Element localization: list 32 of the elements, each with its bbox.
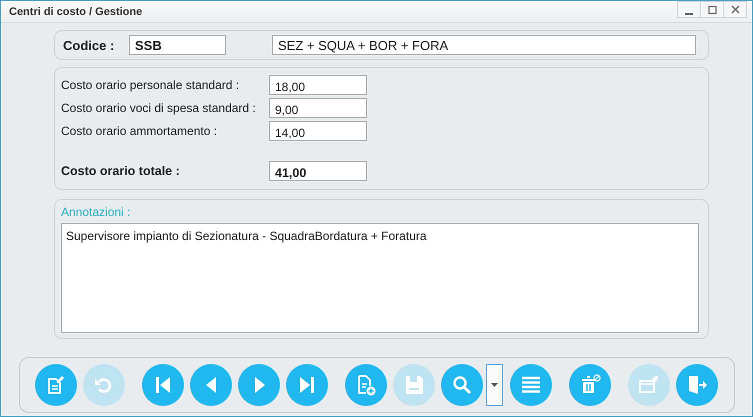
field-label: Costo orario personale standard : xyxy=(61,78,240,92)
trash-button[interactable] xyxy=(569,364,611,406)
total-field[interactable]: 41,00 xyxy=(269,160,367,180)
minimize-button[interactable] xyxy=(677,1,701,18)
list-button[interactable] xyxy=(510,364,552,406)
total-label: Costo orario totale : xyxy=(61,164,181,178)
field-label: Codice : xyxy=(63,38,116,52)
close-icon xyxy=(730,4,740,14)
code-field[interactable]: SSB xyxy=(129,35,226,55)
close-button[interactable] xyxy=(723,1,747,18)
cost-field[interactable]: 9,00 xyxy=(269,98,367,118)
cost-field[interactable]: 18,00 xyxy=(269,74,367,94)
cost-field[interactable]: 14,00 xyxy=(269,120,367,140)
maximize-button[interactable] xyxy=(700,1,724,18)
next-button[interactable] xyxy=(238,364,280,406)
skip-back-button[interactable] xyxy=(142,364,184,406)
field-label: Costo orario ammortamento : xyxy=(61,124,218,138)
notes-field[interactable]: Supervisore impianto di Sezionatura - SquadraBordatura + Foratura xyxy=(61,223,699,333)
new-document-button[interactable] xyxy=(345,364,387,406)
exit-door-button[interactable] xyxy=(676,364,718,406)
window-title: Centri di costo / Gestione xyxy=(8,6,142,18)
minimize-icon xyxy=(685,12,693,14)
notes-label: Annotazioni : xyxy=(61,205,132,219)
field-label: Costo orario voci di spesa standard : xyxy=(61,100,257,114)
edit-document-button[interactable] xyxy=(35,364,77,406)
previous-button[interactable] xyxy=(190,364,232,406)
skip-forward-button[interactable] xyxy=(286,364,328,406)
search-button[interactable] xyxy=(441,364,483,406)
caret-icon xyxy=(491,383,498,387)
maximize-icon xyxy=(706,4,718,14)
dropdown-button[interactable] xyxy=(486,364,503,406)
description-field[interactable]: SEZ + SQUA + BOR + FORA xyxy=(272,35,696,55)
